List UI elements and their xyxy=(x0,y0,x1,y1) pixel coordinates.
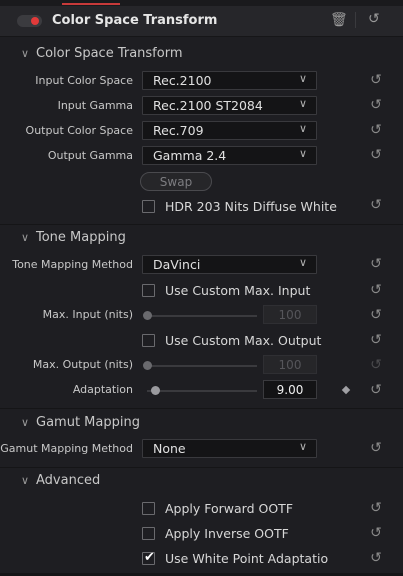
divider xyxy=(0,224,403,225)
max-output-slider-handle[interactable] xyxy=(143,361,152,370)
tone-mapping-method-value: DaVinci xyxy=(153,257,201,272)
trash-icon[interactable]: 🗑 xyxy=(330,12,348,28)
panel-header: Color Space Transform 🗑 ↺ xyxy=(0,6,403,37)
divider xyxy=(0,408,403,409)
adaptation-slider-handle[interactable] xyxy=(151,386,160,395)
section-gamut-mapping[interactable]: Gamut Mapping xyxy=(36,415,140,430)
output-color-space-value: Rec.709 xyxy=(153,123,204,138)
keyframe-diamond-icon[interactable] xyxy=(341,385,351,395)
input-color-space-dropdown[interactable]: Rec.2100 ∨ xyxy=(142,71,317,90)
custom-max-output-checkbox[interactable] xyxy=(142,334,155,347)
reset-icon[interactable]: ↺ xyxy=(369,525,383,541)
enable-toggle[interactable] xyxy=(17,15,42,27)
chevron-down-icon: ∨ xyxy=(298,256,307,269)
chevron-down-icon: ∨ xyxy=(298,440,307,453)
chevron-down-icon: ∨ xyxy=(298,147,307,160)
swap-button[interactable]: Swap xyxy=(140,172,212,191)
input-color-space-label: Input Color Space xyxy=(35,74,133,87)
reset-icon[interactable]: ↺ xyxy=(369,307,383,323)
checkmark-icon: ✔ xyxy=(144,550,155,565)
forward-ootf-checkbox[interactable] xyxy=(142,502,155,515)
reset-icon[interactable]: ↺ xyxy=(369,256,383,272)
header-divider xyxy=(355,12,356,28)
toggle-indicator xyxy=(31,17,39,25)
chevron-down-icon[interactable]: ∨ xyxy=(21,47,29,60)
max-input-value: 100 xyxy=(278,308,302,322)
gamut-mapping-method-dropdown[interactable]: None ∨ xyxy=(142,439,317,458)
hdr-label: HDR 203 Nits Diffuse White xyxy=(165,199,337,214)
gamut-mapping-method-label: Gamut Mapping Method xyxy=(0,442,133,455)
hdr-checkbox[interactable] xyxy=(142,200,155,213)
custom-max-input-label: Use Custom Max. Input xyxy=(165,283,311,298)
chevron-down-icon: ∨ xyxy=(298,122,307,135)
max-input-slider-handle[interactable] xyxy=(143,311,152,320)
forward-ootf-label: Apply Forward OOTF xyxy=(165,501,294,516)
white-point-label: Use White Point Adaptatio xyxy=(165,551,329,566)
max-input-label: Max. Input (nits) xyxy=(42,308,133,321)
active-tab-accent xyxy=(62,3,120,5)
max-output-slider-track[interactable] xyxy=(147,365,257,367)
reset-icon[interactable]: ↺ xyxy=(369,147,383,163)
reset-icon[interactable]: ↺ xyxy=(369,97,383,113)
white-point-checkbox[interactable]: ✔ xyxy=(142,550,155,565)
output-gamma-dropdown[interactable]: Gamma 2.4 ∨ xyxy=(142,146,317,165)
output-gamma-value: Gamma 2.4 xyxy=(153,148,227,163)
output-color-space-label: Output Color Space xyxy=(25,124,133,137)
input-gamma-dropdown[interactable]: Rec.2100 ST2084 ∨ xyxy=(142,96,317,115)
adaptation-slider-track[interactable] xyxy=(147,390,257,392)
max-input-slider-track[interactable] xyxy=(147,315,257,317)
divider xyxy=(0,467,403,468)
gamut-mapping-method-value: None xyxy=(153,441,186,456)
adaptation-value: 9.00 xyxy=(276,383,304,397)
custom-max-input-checkbox[interactable] xyxy=(142,284,155,297)
input-color-space-value: Rec.2100 xyxy=(153,73,212,88)
section-tone-mapping[interactable]: Tone Mapping xyxy=(36,230,126,245)
chevron-down-icon[interactable]: ∨ xyxy=(21,474,29,487)
chevron-down-icon: ∨ xyxy=(298,97,307,110)
adaptation-field[interactable]: 9.00 xyxy=(263,380,317,399)
reset-icon[interactable]: ↺ xyxy=(369,122,383,138)
reset-icon[interactable]: ↺ xyxy=(369,440,383,456)
input-gamma-value: Rec.2100 ST2084 xyxy=(153,98,263,113)
section-color-space-transform[interactable]: Color Space Transform xyxy=(36,46,183,61)
chevron-down-icon[interactable]: ∨ xyxy=(21,231,29,244)
chevron-down-icon: ∨ xyxy=(298,72,307,85)
reset-icon[interactable]: ↺ xyxy=(369,282,383,298)
custom-max-output-label: Use Custom Max. Output xyxy=(165,333,322,348)
reset-icon[interactable]: ↺ xyxy=(369,72,383,88)
max-input-field[interactable]: 100 xyxy=(263,305,317,324)
swap-label: Swap xyxy=(159,175,193,189)
input-gamma-label: Input Gamma xyxy=(57,99,133,112)
panel-title: Color Space Transform xyxy=(52,13,218,28)
reset-icon[interactable]: ↺ xyxy=(369,332,383,348)
reset-icon: ↺ xyxy=(370,357,382,373)
adaptation-label: Adaptation xyxy=(72,383,133,396)
reset-icon[interactable]: ↺ xyxy=(369,500,383,516)
reset-icon[interactable]: ↺ xyxy=(369,197,383,213)
reset-icon[interactable]: ↺ xyxy=(369,382,383,398)
inverse-ootf-checkbox[interactable] xyxy=(142,527,155,540)
tone-mapping-method-label: Tone Mapping Method xyxy=(12,258,133,271)
output-color-space-dropdown[interactable]: Rec.709 ∨ xyxy=(142,121,317,140)
max-output-value: 100 xyxy=(278,358,302,372)
inverse-ootf-label: Apply Inverse OOTF xyxy=(165,526,289,541)
max-output-field[interactable]: 100 xyxy=(263,355,317,374)
reset-all-icon[interactable]: ↺ xyxy=(368,11,380,27)
chevron-down-icon[interactable]: ∨ xyxy=(21,416,29,429)
tone-mapping-method-dropdown[interactable]: DaVinci ∨ xyxy=(142,255,317,274)
section-advanced[interactable]: Advanced xyxy=(36,473,100,488)
reset-icon[interactable]: ↺ xyxy=(369,550,383,566)
output-gamma-label: Output Gamma xyxy=(47,149,133,162)
max-output-label: Max. Output (nits) xyxy=(32,358,133,371)
